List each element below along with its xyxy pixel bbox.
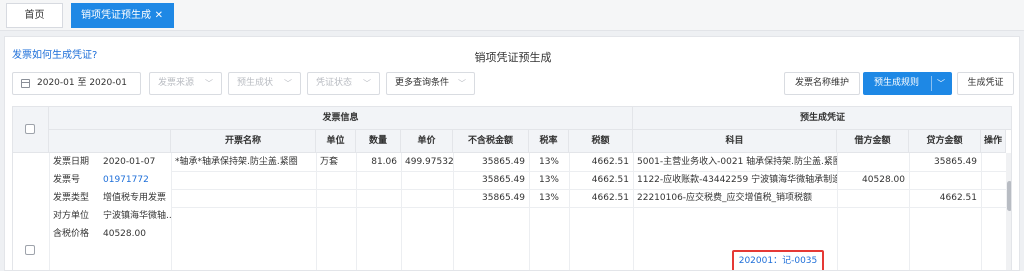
close-icon[interactable]: ✕ [155, 4, 163, 27]
chevron-down-icon[interactable]: ﹀ [937, 73, 945, 94]
invoice-date: 2020-01-07 [103, 157, 156, 167]
tab-sales-voucher-pregen[interactable]: 销项凭证预生成 ✕ [71, 3, 174, 28]
col-invoice-meta [49, 130, 171, 153]
more-query-button[interactable]: 更多查询条件 ﹀ [386, 72, 475, 95]
page-title: 销项凭证预生成 [474, 51, 552, 64]
tab-home[interactable]: 首页 [6, 3, 63, 28]
pregen-rule-button[interactable]: 预生成规则 ﹀ [863, 72, 952, 95]
row-checkbox[interactable] [25, 245, 35, 255]
amount-ex-tax: 35865.49 [482, 157, 525, 167]
col-tax-rate: 税率 [529, 130, 569, 153]
meta-label: 发票类型 [53, 193, 90, 203]
chevron-down-icon: ﹀ [284, 79, 292, 88]
col-subject: 科目 [633, 130, 837, 153]
unit-price: 499.975327 [405, 157, 453, 167]
tax-rate: 13% [538, 175, 559, 185]
unit: 万套 [320, 157, 339, 167]
col-action: 操作 [981, 130, 1006, 153]
credit [909, 171, 981, 189]
generate-voucher-button[interactable]: 生成凭证 [957, 72, 1014, 95]
counterparty: 宁波镇海华微轴... [103, 211, 171, 221]
date-range-picker[interactable]: 2020-01 至 2020-01 [12, 72, 141, 95]
meta-label: 对方单位 [53, 211, 90, 221]
voucher-status-select[interactable]: 凭证状态 ﹀ [307, 72, 380, 95]
col-tax: 税额 [569, 130, 633, 153]
credit: 4662.51 [939, 193, 977, 203]
invoice-name-maintenance-button[interactable]: 发票名称维护 [784, 72, 860, 95]
subject: 1122-应收账款-43442259 宁波镇海华微轴承制造... [637, 175, 837, 185]
quantity: 81.06 [371, 157, 397, 167]
invoice-source-label: 发票来源 [158, 78, 195, 88]
pregen-status-select[interactable]: 预生成状 ﹀ [228, 72, 301, 95]
meta-label: 含税价格 [53, 229, 90, 239]
debit [837, 153, 909, 171]
group-header-invoice: 发票信息 [49, 107, 633, 130]
debit: 40528.00 [862, 175, 905, 185]
tax-inclusive-price: 40528.00 [103, 229, 146, 239]
col-unit: 单位 [316, 130, 356, 153]
col-quantity: 数量 [356, 130, 401, 153]
invoice-type: 增值税专用发票 [103, 193, 167, 203]
main-panel: 发票如何生成凭证? 销项凭证预生成 2020-01 至 2020-01 发票来源… [4, 36, 1020, 271]
invoice-source-select[interactable]: 发票来源 ﹀ [149, 72, 222, 95]
tax-rate: 13% [538, 193, 559, 203]
debit [837, 189, 909, 207]
col-unit-price: 单价 [401, 130, 453, 153]
col-amount-ex-tax: 不含税金额 [453, 130, 529, 153]
scrollbar-thumb[interactable] [1007, 181, 1011, 211]
subject: 22210106-应交税费_应交增值税_销项税额 [637, 193, 813, 203]
tax: 4662.51 [591, 157, 629, 167]
more-query-label: 更多查询条件 [395, 78, 450, 88]
col-credit: 贷方金额 [909, 130, 981, 153]
select-all-checkbox[interactable] [25, 124, 35, 134]
invoice-number-link[interactable]: 01971772 [99, 171, 171, 189]
item-name: *轴承*轴承保持架.防尘盖.紧圈 [175, 157, 298, 167]
credit: 35865.49 [934, 157, 977, 167]
chevron-down-icon: ﹀ [363, 79, 371, 88]
amount-ex-tax: 35865.49 [482, 175, 525, 185]
meta-label: 发票日期 [53, 157, 90, 167]
col-debit: 借方金额 [837, 130, 909, 153]
voucher-number-link[interactable]: 202001：记-0035 [734, 252, 822, 270]
chevron-down-icon: ﹀ [205, 79, 213, 88]
amount-ex-tax: 35865.49 [482, 193, 525, 203]
row-divider [171, 207, 1006, 208]
voucher-table: 发票信息 预生成凭证 开票名称 单位 数量 单价 不含税金额 税率 税额 科目 … [12, 106, 1012, 270]
subject: 5001-主营业务收入-0021 轴承保持架.防尘盖.紧圈... [637, 157, 837, 167]
voucher-status-label: 凭证状态 [316, 78, 353, 88]
pregen-status-label: 预生成状 [237, 78, 274, 88]
button-divider [931, 76, 932, 91]
tax-rate: 13% [538, 157, 559, 167]
meta-label: 发票号 [53, 175, 81, 185]
pregen-rule-label: 预生成规则 [874, 78, 920, 88]
tab-bar: 首页 销项凭证预生成 ✕ [0, 0, 1024, 31]
calendar-icon [21, 79, 30, 88]
date-range-value: 2020-01 至 2020-01 [37, 78, 127, 88]
tax: 4662.51 [591, 175, 629, 185]
group-header-voucher: 预生成凭证 [633, 107, 1011, 130]
select-all-cell [13, 107, 49, 153]
tab-label: 销项凭证预生成 [81, 10, 151, 21]
table-scrollbar[interactable] [1006, 153, 1011, 270]
chevron-down-icon: ﹀ [458, 79, 466, 88]
col-item-name: 开票名称 [171, 130, 316, 153]
tax: 4662.51 [591, 193, 629, 203]
